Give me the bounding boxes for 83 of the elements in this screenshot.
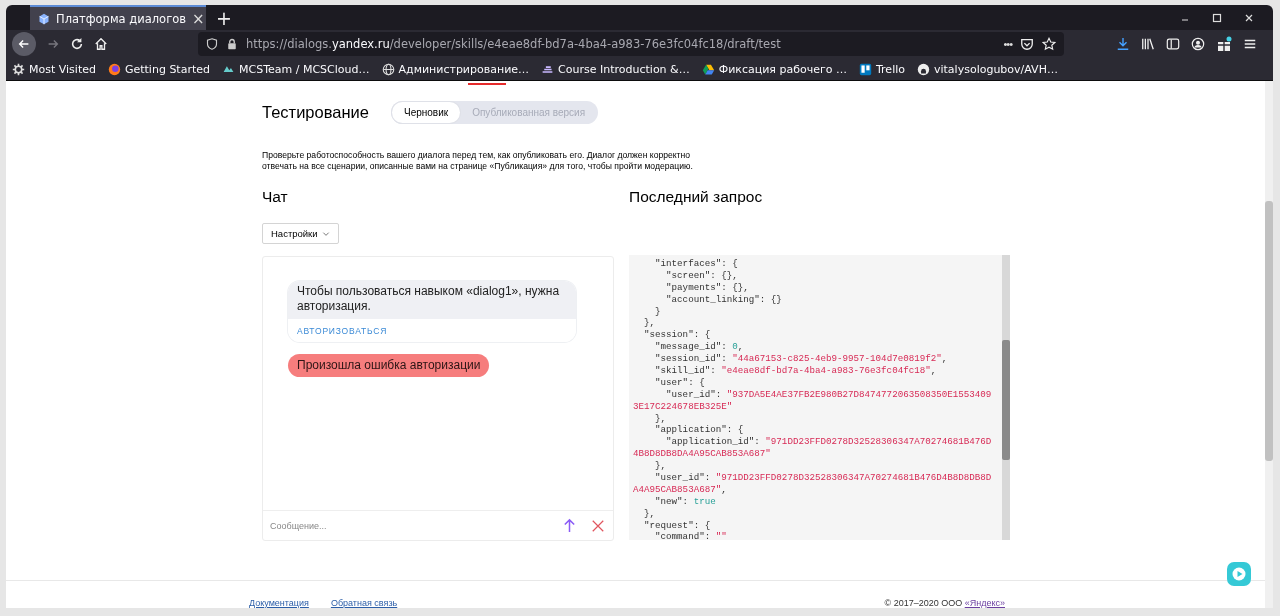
board-icon[interactable]	[859, 62, 872, 76]
code-line: "screen": {},	[665, 269, 739, 282]
code-line: },	[643, 317, 657, 330]
chevron-down-icon	[321, 229, 330, 238]
star-icon[interactable]	[1042, 37, 1056, 51]
address-bar[interactable]: https://dialogs.yandex.ru/developer/skills/e4eae8df-bd7a-4ba4-a983-76e3fc04fc18/draft/test •••	[198, 32, 1064, 56]
globe-icon[interactable]	[381, 62, 395, 76]
message-input[interactable]: Сообщение...	[270, 520, 548, 531]
code-line: "new": true	[654, 495, 717, 508]
send-button[interactable]	[562, 518, 577, 533]
bookmark-item[interactable]: Getting Started	[107, 62, 210, 76]
code-line: "message_id": 0,	[654, 341, 745, 354]
url-text: https://dialogs.yandex.ru/developer/skills/e4eae8df-bd7a-4ba4-a983-76e3fc04fc18/draft/test	[246, 37, 782, 51]
page-title: Тестирование	[262, 103, 369, 122]
left-arrow-icon	[17, 37, 31, 51]
bookmark-item[interactable]: Trello	[859, 62, 905, 76]
code-line: "skill_id": "e4eae8df-bd7a-4ba4-a983-76e3fc04fc18",	[654, 365, 938, 377]
drive-icon[interactable]	[701, 62, 715, 76]
code-line: "command": ""	[654, 531, 728, 540]
close-icon	[591, 518, 605, 533]
download-icon[interactable]	[1116, 37, 1130, 51]
browser-tab[interactable]: Платформа диалогов ×	[30, 5, 206, 30]
reload-icon[interactable]	[70, 37, 84, 51]
error-message: Произошла ошибка авторизации	[288, 354, 490, 377]
code-line: }	[654, 305, 662, 318]
account-icon[interactable]	[1191, 37, 1205, 51]
lock-icon	[226, 38, 238, 50]
bookmark-item[interactable]: MCSTeam / MCSCloud…	[222, 62, 370, 76]
up-arrow-icon	[562, 518, 577, 533]
code-line: "application": {	[654, 424, 745, 437]
code-line: "user": {	[654, 376, 706, 389]
cube-icon	[38, 12, 50, 25]
description-text: Проверьте работоспособность вашего диалога перед тем, как опубликовать его. Диалог должен корректно отвечать на все сценарии, описанные вами на странице «Публикация» для того, чтобы пройти модерацию.	[262, 150, 694, 172]
code-line: 3E17C224678EB325E"	[633, 400, 734, 413]
code-line: "payments": {},	[665, 281, 750, 294]
chat-heading: Чат	[262, 188, 289, 207]
message-text: Чтобы пользоваться навыком «dialog1», нужна авторизация.	[288, 281, 576, 319]
footer-link[interactable]: Документация	[249, 598, 309, 608]
bookmark-item[interactable]: vitalysologubov/AVH…	[917, 62, 1058, 76]
code-line: "session_id": "44a67153-c825-4eb9-9957-104d7e0819f2",	[654, 353, 949, 365]
copyright-text: © 2017–2020 ООО «Яндекс»	[884, 598, 1005, 608]
gear-icon[interactable]	[12, 62, 25, 76]
code-scrollbar[interactable]	[1002, 255, 1010, 540]
menu-icon[interactable]	[1243, 37, 1257, 51]
code-line: },	[654, 412, 668, 425]
version-tab[interactable]: Черновик	[391, 102, 461, 123]
library-icon[interactable]	[1141, 37, 1155, 51]
code-line: "request": {	[643, 519, 712, 532]
code-line: "account_linking": {}	[665, 293, 783, 306]
sidebar-icon[interactable]	[1166, 37, 1180, 51]
code-line: },	[643, 507, 657, 520]
code-line: A4A95CAB853A687",	[633, 483, 728, 496]
maximize-icon[interactable]	[1211, 11, 1223, 24]
code-line: "interfaces": {	[654, 258, 739, 270]
shield-icon	[206, 38, 218, 50]
footer-link[interactable]: Обратная связь	[330, 598, 398, 608]
back-button[interactable]	[12, 32, 36, 56]
bookmark-item[interactable]: Фиксация рабочего …	[701, 62, 847, 76]
page-actions-button[interactable]: •••	[1003, 38, 1012, 50]
tab-close-button[interactable]: ×	[192, 9, 205, 28]
loading-indicator	[468, 83, 506, 85]
code-line: "session": {	[643, 329, 712, 342]
bookmark-item[interactable]: Администрирование…	[381, 62, 530, 76]
code-line: "user_id": "971DD23FFD0278D32528306347A70274681B476D4B8D8DB8D	[654, 472, 993, 484]
page-scrollbar[interactable]	[1265, 81, 1273, 608]
code-line: "application_id": "971DD23FFD0278D32528306347A70274681B476D	[665, 436, 993, 449]
play-icon	[1231, 566, 1247, 582]
gift-icon[interactable]	[1216, 36, 1232, 52]
company-link[interactable]: «Яндекс»	[964, 598, 1005, 608]
clear-button[interactable]	[591, 518, 605, 533]
settings-dropdown[interactable]: Настройки	[262, 223, 339, 244]
bookmark-item[interactable]: Course Introduction &…	[541, 62, 690, 76]
new-tab-button[interactable]: +	[208, 5, 240, 30]
pocket-icon[interactable]	[1020, 37, 1034, 51]
code-line: "user_id": "937DA5E4AE37FB2E980B27D8474772063508350E1553409	[665, 388, 993, 401]
browser-logo-icon[interactable]	[107, 62, 121, 76]
last-request-heading: Последний запрос	[629, 188, 764, 207]
code-line: },	[654, 460, 668, 473]
tab-title: Платформа диалогов	[56, 11, 186, 26]
bookmark-item[interactable]: Most Visited	[12, 62, 96, 76]
forward-arrow-icon[interactable]	[46, 37, 60, 51]
code-line: 4B8D8DB8DA4A95CAB853A687"	[633, 448, 772, 461]
home-icon[interactable]	[94, 37, 108, 51]
